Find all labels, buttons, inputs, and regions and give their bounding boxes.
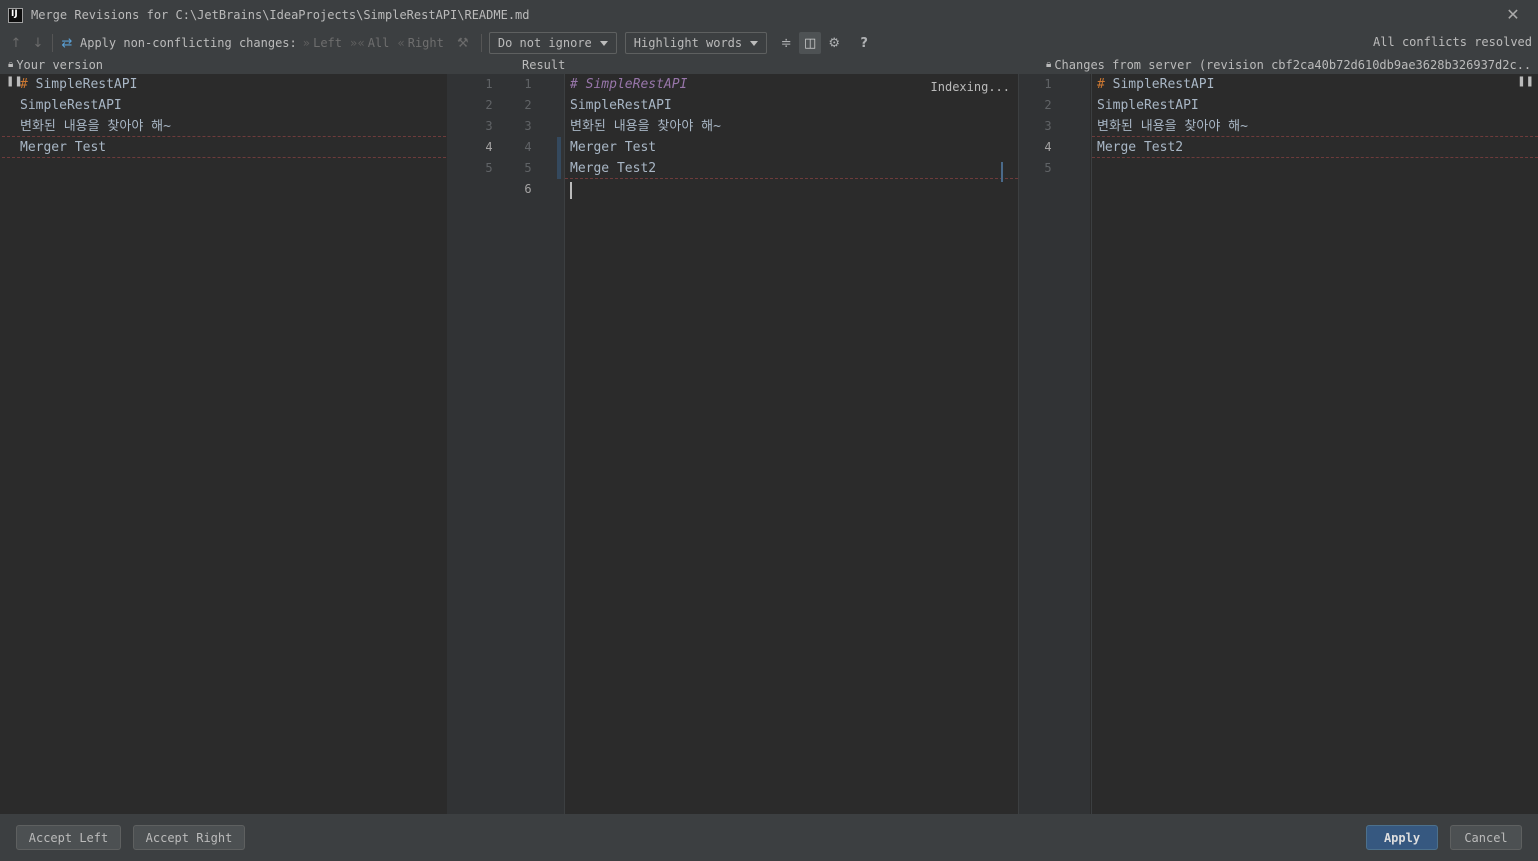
line-number: 5 — [524, 161, 532, 175]
apply-right-label: Right — [407, 36, 444, 50]
line-number: 4 — [485, 140, 493, 154]
close-icon[interactable]: ✕ — [1504, 6, 1522, 24]
change-boundary — [565, 178, 1018, 179]
double-chevron-right-icon: » — [302, 36, 311, 50]
apply-left-label: Left — [313, 36, 342, 50]
apply-right-button[interactable]: « Right — [397, 36, 443, 50]
sync-scroll-icon[interactable]: ◫ — [799, 32, 822, 54]
right-gutter: 1 2 3 4 5 — [1019, 74, 1091, 814]
change-marker — [557, 137, 561, 179]
pause-icon: ❚❚ — [1517, 76, 1534, 87]
code-line: Merge Test2 — [1097, 140, 1184, 155]
double-chevron-left-icon: « — [397, 36, 405, 50]
line-number: 1 — [1044, 77, 1052, 91]
accept-right-button[interactable]: Accept Right — [133, 825, 245, 850]
collapse-unchanged-icon[interactable]: ≑ — [775, 32, 797, 54]
window-title: Merge Revisions for C:\JetBrains\IdeaPro… — [31, 8, 530, 22]
apply-non-conflicting-label: Apply non-conflicting changes: — [80, 36, 297, 50]
code-line: Merger Test — [20, 140, 107, 155]
result-panel-header: Result — [522, 56, 622, 73]
line-number: 2 — [1044, 98, 1052, 112]
conflict-status: All conflicts resolved — [1373, 35, 1532, 49]
line-number: 3 — [485, 119, 493, 133]
code-line: # SimpleRestAPI — [570, 77, 688, 92]
code-line: SimpleRestAPI — [570, 98, 672, 113]
left-editor[interactable]: ❚❚ # SimpleRestAPI SimpleRestAPI 변화된 내용을… — [0, 74, 446, 814]
code-line: 변화된 내용을 찾아야 해~ — [570, 119, 721, 134]
gear-icon[interactable]: ⚙ — [823, 32, 845, 54]
chevron-down-icon — [750, 40, 759, 46]
highlight-mode-value: Highlight words — [633, 36, 743, 50]
right-editor[interactable]: ❚❚ # SimpleRestAPI SimpleRestAPI 변화된 내용을… — [1092, 74, 1538, 814]
help-icon[interactable]: ? — [853, 32, 875, 54]
apply-button[interactable]: Apply — [1366, 825, 1438, 850]
ignore-whitespace-value: Do not ignore — [497, 36, 592, 50]
arrow-down-icon[interactable]: ↓ — [27, 32, 49, 54]
magic-resolve-icon[interactable]: ⇄ — [56, 32, 78, 54]
scroll-marker — [1001, 162, 1003, 182]
left-panel-header: 🔒︎ Your version — [8, 56, 438, 73]
line-number: 3 — [524, 119, 532, 133]
double-chevron-both-icon: »« — [350, 36, 365, 50]
line-number: 4 — [524, 140, 532, 154]
intellij-logo-icon: IJ — [8, 7, 23, 23]
line-number: 1 — [485, 77, 493, 91]
code-line: SimpleRestAPI — [20, 98, 122, 113]
line-number: 4 — [1044, 140, 1052, 154]
line-number: 6 — [524, 182, 532, 196]
result-panel-title: Result — [522, 57, 566, 72]
toolbar: ↑ ↓ ⇄ Apply non-conflicting changes: » L… — [0, 30, 1538, 56]
change-boundary — [1092, 157, 1538, 158]
right-panel-title: Changes from server (revision cbf2ca40b7… — [1054, 57, 1534, 72]
line-number: 5 — [1044, 161, 1052, 175]
accept-left-button[interactable]: Accept Left — [16, 825, 121, 850]
apply-left-button[interactable]: » Left — [303, 36, 342, 50]
left-gutter: 1 2 3 4 5 1 2 3 4 5 6 — [446, 74, 564, 814]
code-line: 변화된 내용을 찾아야 해~ — [20, 119, 171, 134]
indexing-status: Indexing... — [930, 80, 1010, 94]
title-bar: IJ Merge Revisions for C:\JetBrains\Idea… — [0, 0, 1538, 30]
change-boundary — [1092, 136, 1538, 137]
arrow-up-icon[interactable]: ↑ — [5, 32, 27, 54]
cancel-button[interactable]: Cancel — [1450, 825, 1522, 850]
line-number: 5 — [485, 161, 493, 175]
right-panel-header: 🔒︎ Changes from server (revision cbf2ca4… — [1046, 56, 1534, 73]
code-line: SimpleRestAPI — [1097, 98, 1199, 113]
lock-icon: 🔒︎ — [1046, 59, 1052, 70]
apply-all-label: All — [367, 36, 390, 50]
toolbar-separator — [52, 34, 53, 52]
code-line: Merge Test2 — [570, 161, 657, 176]
apply-all-button[interactable]: »« All — [350, 36, 389, 50]
left-panel-title: Your version — [16, 57, 104, 72]
magic-wand-icon[interactable]: ⚒ — [452, 32, 474, 54]
code-line: # SimpleRestAPI — [20, 77, 138, 92]
highlight-mode-dropdown[interactable]: Highlight words — [624, 32, 768, 54]
code-line: 변화된 내용을 찾아야 해~ — [1097, 119, 1248, 134]
line-number: 2 — [524, 98, 532, 112]
line-number: 3 — [1044, 119, 1052, 133]
change-boundary — [2, 136, 446, 137]
toolbar-separator — [480, 34, 482, 52]
ignore-whitespace-dropdown[interactable]: Do not ignore — [488, 32, 617, 54]
chevron-down-icon — [599, 40, 608, 46]
change-boundary — [2, 157, 446, 158]
line-number: 1 — [524, 77, 532, 91]
text-caret — [570, 182, 572, 199]
lock-icon: 🔒︎ — [8, 59, 14, 70]
result-editor[interactable]: # SimpleRestAPI SimpleRestAPI 변화된 내용을 찾아… — [565, 74, 1018, 814]
code-line: Merger Test — [570, 140, 657, 155]
code-line: # SimpleRestAPI — [1097, 77, 1215, 92]
line-number: 2 — [485, 98, 493, 112]
